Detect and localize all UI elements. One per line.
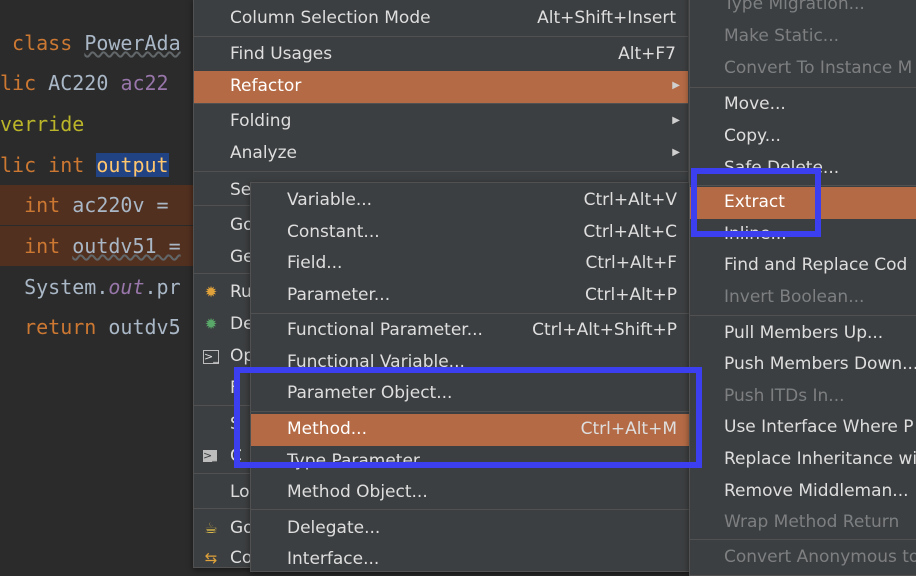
refactor-submenu: Type Migration... Make Static... Convert…: [689, 0, 916, 576]
menu-item-convert-anonymous[interactable]: Convert Anonymous to: [690, 542, 916, 574]
menu-item-extract-field[interactable]: Field... Ctrl+Alt+F: [251, 248, 689, 280]
menu-item-push-members-down[interactable]: Push Members Down...: [690, 349, 916, 381]
highlight-box-extract: [691, 168, 821, 237]
menu-item-find-and-replace-code[interactable]: Find and Replace Cod: [690, 250, 916, 282]
code-line: verride: [0, 112, 85, 136]
menu-item-functional-parameter[interactable]: Functional Parameter... Ctrl+Alt+Shift+P: [251, 315, 689, 347]
menu-item-delegate[interactable]: Delegate...: [251, 513, 689, 545]
menu-item-remove-middleman[interactable]: Remove Middleman...: [690, 476, 916, 508]
menu-item-method-object[interactable]: Method Object...: [251, 477, 689, 509]
gear-icon: ✹: [204, 315, 218, 333]
menu-item-analyze[interactable]: Analyze ▶: [194, 138, 688, 170]
terminal-icon: >_: [203, 350, 219, 364]
menu-item-pull-members-up[interactable]: Pull Members Up...: [690, 318, 916, 350]
submenu-arrow-icon: ▶: [672, 80, 680, 91]
menu-item-folding[interactable]: Folding ▶: [194, 106, 688, 138]
submenu-arrow-icon: ▶: [672, 147, 680, 158]
menu-item-make-static[interactable]: Make Static...: [690, 21, 916, 53]
code-line: lic int output: [0, 153, 169, 177]
menu-item-extract-parameter[interactable]: Parameter... Ctrl+Alt+P: [251, 280, 689, 312]
menu-item-convert-to-instance-method[interactable]: Convert To Instance M: [690, 53, 916, 85]
code-line: lic AC220 ac22: [0, 71, 169, 95]
cup-icon: ☕: [204, 519, 218, 537]
menu-item-wrap-method-return[interactable]: Wrap Method Return: [690, 507, 916, 539]
code-line: return outdv5: [24, 315, 181, 339]
menu-item-extract-variable[interactable]: Variable... Ctrl+Alt+V: [251, 185, 689, 217]
menu-item-find-usages[interactable]: Find Usages Alt+F7: [194, 39, 688, 71]
menu-item-push-itds-in[interactable]: Push ITDs In...: [690, 381, 916, 413]
menu-item-use-interface-where-possible[interactable]: Use Interface Where P: [690, 412, 916, 444]
menu-item-refactor[interactable]: Refactor ▶: [194, 71, 688, 103]
menu-item-extract-constant[interactable]: Constant... Ctrl+Alt+C: [251, 217, 689, 249]
menu-item-type-migration[interactable]: Type Migration...: [690, 0, 916, 21]
menu-item-copy[interactable]: Copy...: [690, 121, 916, 153]
submenu-arrow-icon: ▶: [672, 115, 680, 126]
compare-icon: ⇆: [204, 549, 218, 567]
menu-item-column-selection-mode[interactable]: Column Selection Mode Alt+Shift+Insert: [194, 3, 688, 35]
code-line: int outdv51 =: [24, 234, 181, 258]
code-line: int ac220v =: [24, 193, 169, 217]
code-line: class PowerAda: [12, 31, 181, 55]
gear-icon: ✹: [204, 283, 218, 301]
menu-item-interface[interactable]: Interface...: [251, 544, 689, 571]
menu-item-replace-inheritance[interactable]: Replace Inheritance wi: [690, 444, 916, 476]
menu-item-invert-boolean[interactable]: Invert Boolean...: [690, 282, 916, 314]
menu-item-move[interactable]: Move...: [690, 89, 916, 121]
code-line: System.out.pr: [24, 275, 181, 299]
highlight-box-method: [234, 367, 702, 468]
console-icon: >_: [203, 449, 218, 462]
